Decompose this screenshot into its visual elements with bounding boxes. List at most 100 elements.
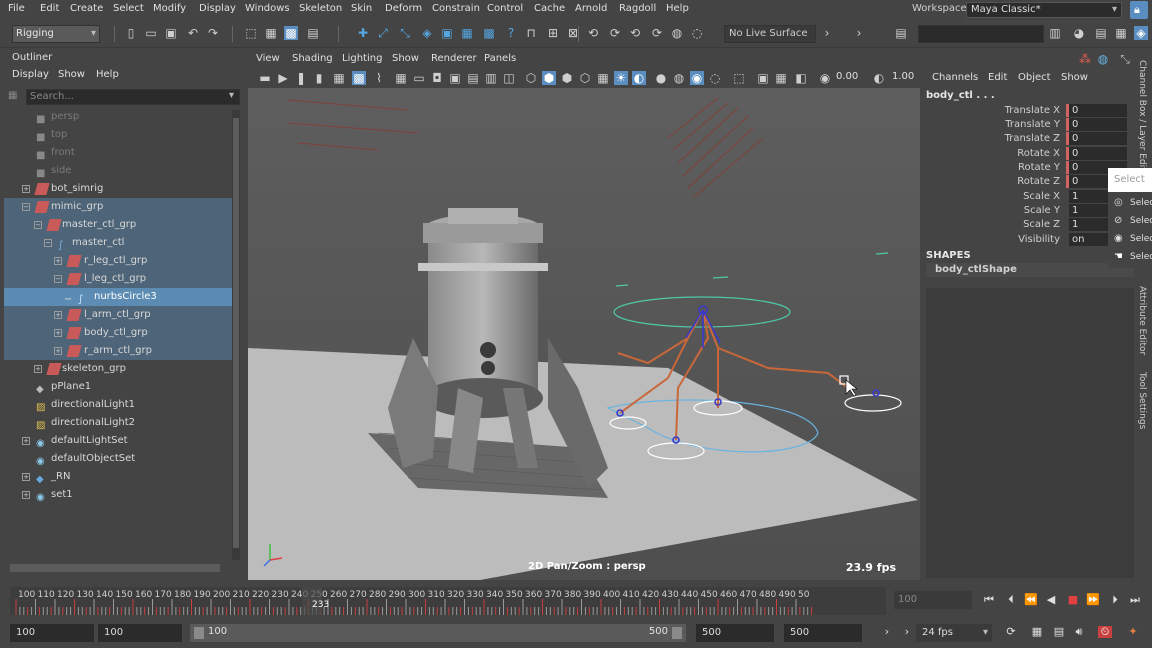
select-component-icon[interactable]: ▩ [284,26,298,40]
select-hierarchy-icon[interactable]: ⬚ [244,26,258,40]
channels-icon[interactable]: ⁂ [1078,52,1092,66]
use-all-lights-icon[interactable]: ☀ [614,71,628,85]
chevron-right-icon[interactable]: › [900,626,914,638]
keyframe-icon[interactable]: ▦ [1030,626,1044,638]
loop-icon[interactable]: ⟳ [1004,626,1018,638]
render-view-icon[interactable]: ⟲ [628,26,642,40]
stop-icon[interactable]: ■ [1066,594,1080,606]
list-item[interactable]: ■ side [4,162,232,180]
save-scene-icon[interactable]: ▣ [164,26,178,40]
list-item[interactable]: − l_leg_ctl_grp [4,270,232,288]
ambient-occlusion-icon[interactable]: ● [654,71,668,85]
menu-help[interactable]: Help [666,3,689,14]
open-scene-icon[interactable]: ▭ [144,26,158,40]
3d-viewport[interactable]: 2D Pan/Zoom : persp 23.9 fps [248,88,920,580]
viewport-menu-panels[interactable]: Panels [484,53,516,64]
default-material-icon[interactable]: ⬢ [560,71,574,85]
playback-frame-field[interactable]: 100 [894,591,972,609]
list-item[interactable]: + ◆ _RN [4,468,232,486]
viewport-menu-renderer[interactable]: Renderer [431,53,477,64]
viewport-menu-lighting[interactable]: Lighting [342,53,382,64]
list-item[interactable]: ◆ pPlane1 [4,378,232,396]
snap-surface-icon[interactable]: ▣ [440,26,454,40]
cube-icon[interactable]: ▥ [1048,26,1062,40]
exposure-icon[interactable]: ◉ [818,71,832,85]
list-item[interactable]: ■ front [4,144,232,162]
attr-rotate-z[interactable]: Rotate Z0 [922,175,1132,189]
menu-select[interactable]: Select [113,3,144,14]
list-item[interactable]: + ◉ set1 [4,486,232,504]
chevron-right-icon[interactable]: › [852,26,866,40]
live-surface-field[interactable]: No Live Surface [724,25,816,43]
list-item[interactable]: − ∫ master_ctl [4,234,232,252]
attr-translate-z[interactable]: Translate Z0 [922,132,1132,146]
expand-icon[interactable]: + [54,311,62,319]
viewport-menu-show[interactable]: Show [392,53,419,64]
expand-icon[interactable]: + [22,491,30,499]
safe-title-icon[interactable]: ▤ [466,71,480,85]
shadows-icon[interactable]: ◐ [632,71,646,85]
list-item[interactable]: + r_leg_ctl_grp [4,252,232,270]
menu-skeleton[interactable]: Skeleton [299,3,342,14]
list-item[interactable]: − master_ctl_grp [4,216,232,234]
render-icon[interactable]: ▦ [460,26,474,40]
expand-icon[interactable]: + [22,437,30,445]
image-plane-icon[interactable]: ▮ [312,71,326,85]
list-item[interactable]: + l_arm_ctl_grp [4,306,232,324]
step-forward-icon[interactable]: ⏵ [1108,594,1122,606]
start-time-field[interactable]: 100 [10,624,94,642]
menu-skin[interactable]: Skin [351,3,372,14]
select-object-icon[interactable]: ▦ [264,26,278,40]
popup-item[interactable]: Selec [1130,198,1152,208]
time-slider[interactable]: 100 110 120 130 140 150 160 170 180 190 200 210 220 2… [0,583,1152,617]
field-chart-icon[interactable]: ◘ [430,71,444,85]
tab-attribute-editor[interactable]: Attribute Editor [1137,286,1147,355]
fps-select[interactable]: 24 fps ▾ [916,624,992,642]
popup-item[interactable]: Selec [1130,216,1152,226]
lock-icon[interactable]: ⊓ [524,26,538,40]
outliner-menu-display[interactable]: Display [12,69,49,80]
anim-end-field[interactable]: 500 [696,624,774,642]
menu-arnold[interactable]: Arnold [575,3,607,14]
go-to-start-icon[interactable]: ⏮ [982,594,996,606]
chevron-right-icon[interactable]: › [820,26,834,40]
auto-key-icon[interactable]: ⏲ [1098,626,1112,638]
list-item[interactable]: + skeleton_grp [4,360,232,378]
collapse-icon[interactable]: − [54,275,62,283]
expand-icon[interactable]: + [22,473,30,481]
attr-scale-z[interactable]: Scale Z1 [922,218,1132,232]
snap-point-icon[interactable]: ⤡ [398,26,412,40]
snap-curve-icon[interactable]: ⤢ [376,26,390,40]
expand-icon[interactable]: + [34,365,42,373]
list-item[interactable]: ▨ directionalLight2 [4,414,232,432]
expand-icon[interactable]: + [54,257,62,265]
vertical-scrollbar[interactable] [232,110,240,560]
play-backward-icon[interactable]: ◀ [1044,594,1058,606]
attr-translate-y[interactable]: Translate Y0 [922,118,1132,132]
new-scene-icon[interactable]: ▯ [124,26,138,40]
film-gate-icon[interactable]: ⌇ [372,71,386,85]
gamma-field[interactable]: 1.00 [892,71,918,85]
range-end-handle[interactable] [672,627,682,639]
snap-view-icon[interactable]: ◈ [420,26,434,40]
attr-scale-x[interactable]: Scale X1 [922,190,1132,204]
menu-create[interactable]: Create [70,3,103,14]
help-line-icon[interactable]: ? [504,26,518,40]
menu-ragdoll[interactable]: Ragdoll [619,3,656,14]
attr-value[interactable]: 0 [1069,104,1127,117]
bookmark-icon[interactable]: ❚ [294,71,308,85]
ipr-icon[interactable]: ▩ [482,26,496,40]
menu-control[interactable]: Control [487,3,523,14]
gamma-icon[interactable]: ◐ [872,71,886,85]
outliner-menu-show[interactable]: Show [58,69,85,80]
resolution-gate-icon[interactable]: ▦ [394,71,408,85]
grid-icon[interactable]: ▦ [332,71,346,85]
step-forward-key-icon[interactable]: ⏩ [1086,594,1100,606]
list-item[interactable]: − mimic_grp [4,198,232,216]
shape-name[interactable]: body_ctlShape [926,263,1134,277]
menu-edit[interactable]: Edit [40,3,59,14]
viewport-menu-view[interactable]: View [256,53,280,64]
chevron-right-icon[interactable]: › [880,626,894,638]
workspace-select[interactable]: Maya Classic* ▾ [966,2,1122,18]
outliner-menu-help[interactable]: Help [96,69,119,80]
